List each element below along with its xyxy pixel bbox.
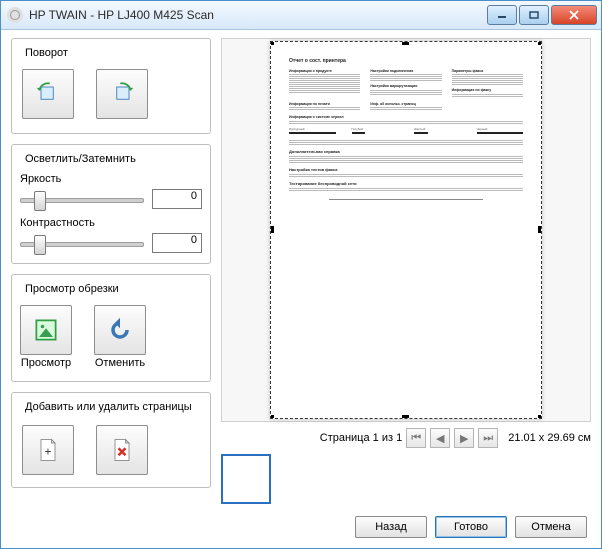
close-button[interactable] — [551, 5, 597, 25]
last-page-button[interactable]: ⏭ — [478, 428, 498, 448]
titlebar: HP TWAIN - HP LJ400 M425 Scan — [1, 1, 601, 30]
back-button[interactable]: Назад — [355, 516, 427, 538]
contrast-label: Контрастность — [20, 217, 202, 229]
pages-group: Добавить или удалить страницы + — [11, 392, 211, 488]
preview-button[interactable] — [20, 305, 72, 355]
add-page-button[interactable]: + — [22, 425, 74, 475]
page-thumbnail[interactable] — [221, 454, 271, 504]
rotate-group: Поворот — [11, 38, 211, 134]
page-dimensions: 21.01 x 29.69 см — [508, 432, 591, 444]
brightness-slider[interactable] — [20, 189, 144, 209]
delete-page-button[interactable] — [96, 425, 148, 475]
crop-handle[interactable] — [402, 415, 409, 419]
lighten-group: Осветлить/Затемнить Яркость 0 Контрастно… — [11, 144, 211, 264]
preview-button-label: Просмотр — [21, 357, 71, 369]
document-content: Отчет о сост. принтера Информация о прод… — [289, 58, 523, 404]
brightness-value[interactable]: 0 — [152, 189, 202, 209]
crop-preview-group: Просмотр обрезки Просмотр От — [11, 274, 211, 382]
dialog-footer: Назад Готово Отмена — [11, 508, 591, 542]
window-title: HP TWAIN - HP LJ400 M425 Scan — [29, 8, 487, 22]
first-page-button[interactable]: ⏮ — [406, 428, 426, 448]
undo-crop-label: Отменить — [95, 357, 145, 369]
rotate-right-button[interactable] — [96, 69, 148, 119]
next-page-button[interactable]: ▶ — [454, 428, 474, 448]
done-button[interactable]: Готово — [435, 516, 507, 538]
contrast-slider[interactable] — [20, 233, 144, 253]
crop-handle[interactable] — [270, 415, 274, 419]
svg-text:+: + — [44, 444, 51, 458]
minimize-button[interactable] — [487, 5, 517, 25]
crop-handle[interactable] — [270, 226, 274, 233]
brightness-label: Яркость — [20, 173, 202, 185]
crop-handle[interactable] — [538, 41, 542, 45]
prev-page-button[interactable]: ◀ — [430, 428, 450, 448]
contrast-value[interactable]: 0 — [152, 233, 202, 253]
scanned-page[interactable]: Отчет о сост. принтера Информация о прод… — [270, 41, 542, 419]
preview-area[interactable]: Отчет о сост. принтера Информация о прод… — [221, 38, 591, 422]
maximize-button[interactable] — [519, 5, 549, 25]
rotate-left-button[interactable] — [22, 69, 74, 119]
crop-handle[interactable] — [538, 226, 542, 233]
page-indicator: Страница 1 из 1 — [320, 432, 402, 444]
scan-dialog: HP TWAIN - HP LJ400 M425 Scan Поворот — [0, 0, 602, 549]
undo-crop-button[interactable] — [94, 305, 146, 355]
thumbnail-strip — [221, 450, 591, 508]
crop-handle[interactable] — [538, 415, 542, 419]
cancel-dialog-button[interactable]: Отмена — [515, 516, 587, 538]
crop-handle[interactable] — [402, 41, 409, 45]
crop-handle[interactable] — [270, 41, 274, 45]
app-icon — [7, 7, 23, 23]
